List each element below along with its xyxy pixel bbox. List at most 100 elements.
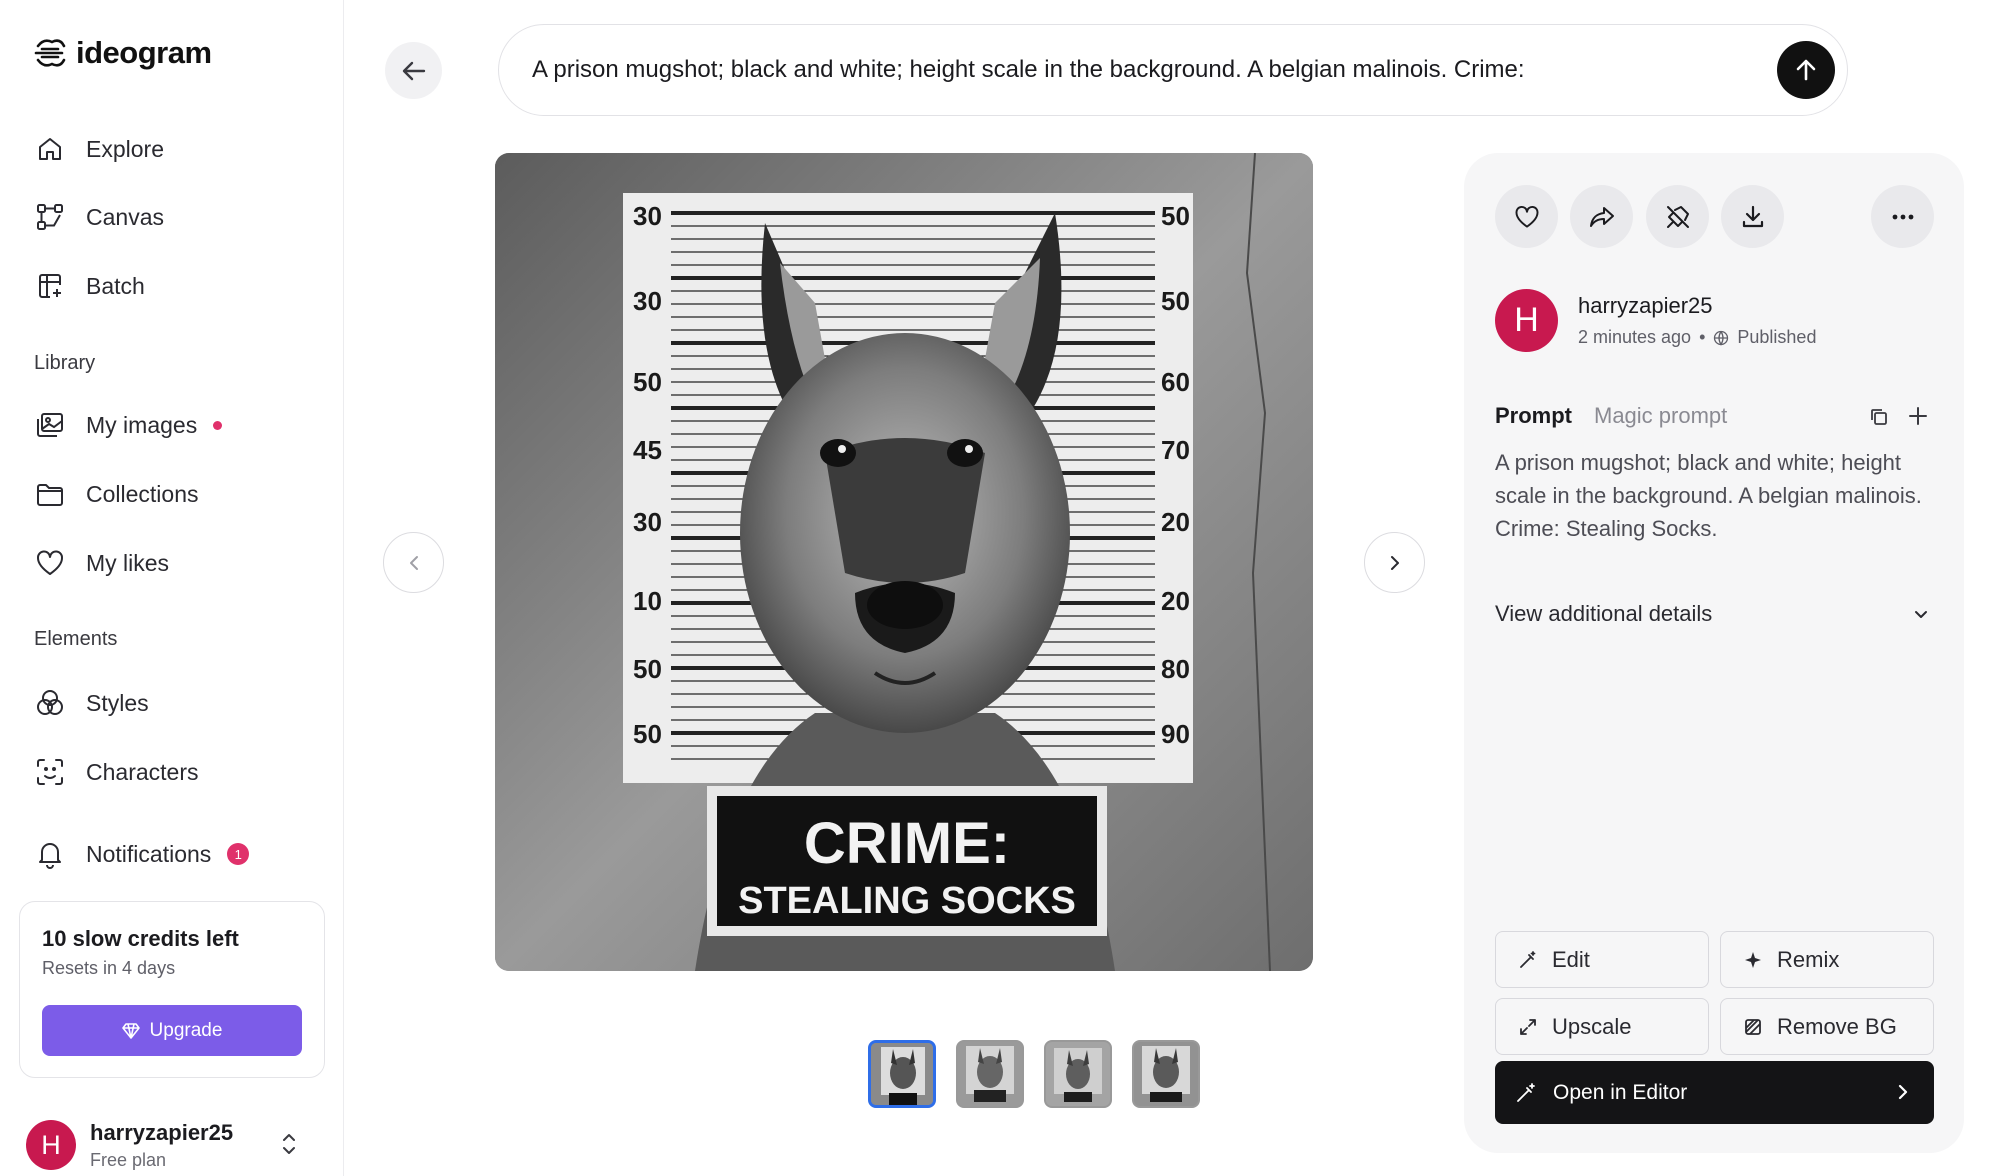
- logo-text: ideogram: [76, 35, 212, 70]
- upscale-button[interactable]: Upscale: [1495, 998, 1709, 1055]
- bell-icon: [39, 843, 61, 869]
- chevron-right-icon: [1390, 555, 1399, 570]
- sidebar-item-label: Explore: [86, 135, 164, 162]
- submit-prompt-button[interactable]: [1777, 41, 1835, 99]
- sign-line-1: CRIME:: [804, 811, 1010, 876]
- sidebar-item-my-likes[interactable]: My likes: [34, 543, 169, 583]
- back-button[interactable]: [385, 42, 442, 99]
- sidebar-item-styles[interactable]: Styles: [34, 683, 149, 723]
- editor-wand-icon: [1517, 1082, 1535, 1102]
- home-icon: [39, 138, 61, 160]
- sidebar-item-label: Notifications: [86, 840, 212, 867]
- prompt-input[interactable]: A prison mugshot; black and white; heigh…: [498, 24, 1848, 116]
- sidebar-item-label: Styles: [86, 689, 149, 716]
- avatar: H: [26, 1120, 76, 1170]
- like-button[interactable]: [1495, 185, 1558, 248]
- upscale-label: Upscale: [1552, 1013, 1632, 1039]
- remove-bg-button[interactable]: Remove BG: [1720, 998, 1934, 1055]
- author-info[interactable]: H harryzapier25 2 minutes ago • Publishe…: [1495, 289, 1816, 352]
- sidebar-item-batch[interactable]: Batch: [34, 266, 145, 306]
- thumbnail-3[interactable]: [1044, 1040, 1112, 1108]
- thumbnail-4[interactable]: [1132, 1040, 1200, 1108]
- sidebar-item-label: Characters: [86, 758, 199, 785]
- unpin-button[interactable]: [1646, 185, 1709, 248]
- app-root: ideogram Explore Canvas Batch Library My…: [0, 0, 1999, 1176]
- notification-count-badge: 1: [227, 843, 250, 865]
- more-options-button[interactable]: [1871, 185, 1934, 248]
- author-name[interactable]: harryzapier25: [1578, 293, 1816, 319]
- details-panel: H harryzapier25 2 minutes ago • Publishe…: [1464, 153, 1964, 1153]
- prompt-text: A prison mugshot; black and white; heigh…: [1495, 450, 1922, 541]
- sign-line-2: STEALING SOCKS: [738, 880, 1076, 922]
- tab-prompt[interactable]: Prompt: [1495, 403, 1572, 429]
- remix-button[interactable]: Remix: [1720, 931, 1934, 988]
- prompt-input-text[interactable]: A prison mugshot; black and white; heigh…: [532, 56, 1762, 84]
- heart-icon: [1515, 205, 1538, 228]
- chevron-down-icon: [1915, 611, 1927, 618]
- previous-image-button[interactable]: [383, 532, 444, 593]
- elements-section-label: Elements: [34, 628, 118, 650]
- heart-icon: [37, 550, 63, 575]
- share-arrow-icon: [1589, 206, 1614, 227]
- plus-icon[interactable]: [1905, 403, 1931, 429]
- copy-icon[interactable]: [1867, 405, 1891, 429]
- thumbnail-2[interactable]: [956, 1040, 1024, 1108]
- scale-label-left: 10: [633, 586, 662, 616]
- scale-label-left: 30: [633, 286, 662, 316]
- user-plan: Free plan: [90, 1149, 167, 1170]
- logo[interactable]: ideogram: [32, 34, 212, 72]
- pin-off-icon: [1666, 205, 1689, 228]
- sidebar-item-canvas[interactable]: Canvas: [34, 197, 164, 237]
- download-button[interactable]: [1721, 185, 1784, 248]
- batch-icon: [39, 274, 61, 298]
- sidebar-item-my-images[interactable]: My images: [34, 405, 223, 445]
- sidebar-item-characters[interactable]: Characters: [34, 752, 198, 792]
- publish-status: Published: [1737, 327, 1817, 347]
- expand-icon: [1520, 1018, 1536, 1035]
- edit-button[interactable]: Edit: [1495, 931, 1709, 988]
- sidebar-item-explore[interactable]: Explore: [34, 129, 164, 169]
- mugshot-image: 30 30 50 45 30 10 50 50 50 50 60 70 20 2…: [495, 153, 1313, 971]
- open-in-editor-button[interactable]: Open in Editor: [1495, 1061, 1934, 1124]
- sidebar-item-notifications[interactable]: Notifications 1: [34, 834, 250, 874]
- next-image-button[interactable]: [1364, 532, 1425, 593]
- thumbnail-image: [958, 1042, 1022, 1106]
- view-additional-details[interactable]: View additional details: [1495, 601, 1931, 627]
- folder-icon: [37, 484, 63, 506]
- upgrade-button[interactable]: Upgrade: [42, 1005, 302, 1056]
- sidebar: ideogram Explore Canvas Batch Library My…: [0, 0, 344, 1176]
- user-account-switcher[interactable]: H harryzapier25 Free plan: [26, 1115, 316, 1175]
- thumbnail-image: [1046, 1042, 1110, 1106]
- remove-bg-label: Remove BG: [1777, 1013, 1897, 1039]
- details-label: View additional details: [1495, 601, 1713, 626]
- arrow-up-icon: [1796, 59, 1816, 81]
- library-section-label: Library: [34, 352, 96, 374]
- scale-label-right: 50: [1161, 286, 1190, 316]
- sidebar-item-collections[interactable]: Collections: [34, 474, 199, 514]
- created-time: 2 minutes ago: [1578, 327, 1692, 347]
- arrow-left-icon: [402, 61, 425, 80]
- scale-label-left: 45: [633, 435, 662, 465]
- remove-background-icon: [1745, 1018, 1761, 1035]
- share-button[interactable]: [1570, 185, 1633, 248]
- scale-label-left: 30: [633, 507, 662, 537]
- user-name: harryzapier25: [90, 1119, 234, 1145]
- scale-label-right: 80: [1161, 654, 1190, 684]
- tab-magic-prompt[interactable]: Magic prompt: [1594, 403, 1727, 429]
- sidebar-item-label: My images: [86, 411, 198, 438]
- credits-reset-text: Resets in 4 days: [42, 958, 176, 978]
- styles-icon: [37, 690, 63, 715]
- diamond-icon: [121, 1022, 140, 1039]
- scale-label-right: 90: [1161, 719, 1190, 749]
- generated-image[interactable]: 30 30 50 45 30 10 50 50 50 50 60 70 20 2…: [495, 153, 1313, 971]
- sidebar-item-label: My likes: [86, 549, 170, 576]
- unread-dot: [213, 420, 223, 430]
- sidebar-item-label: Collections: [86, 480, 199, 507]
- images-icon: [37, 413, 63, 437]
- thumbnail-1[interactable]: [868, 1040, 936, 1108]
- open-in-editor-label: Open in Editor: [1553, 1080, 1688, 1104]
- ideogram-logo-icon: [34, 39, 66, 67]
- author-avatar: H: [1495, 289, 1558, 352]
- thumbnail-image: [1134, 1042, 1198, 1106]
- credits-title: 10 slow credits left: [42, 926, 239, 951]
